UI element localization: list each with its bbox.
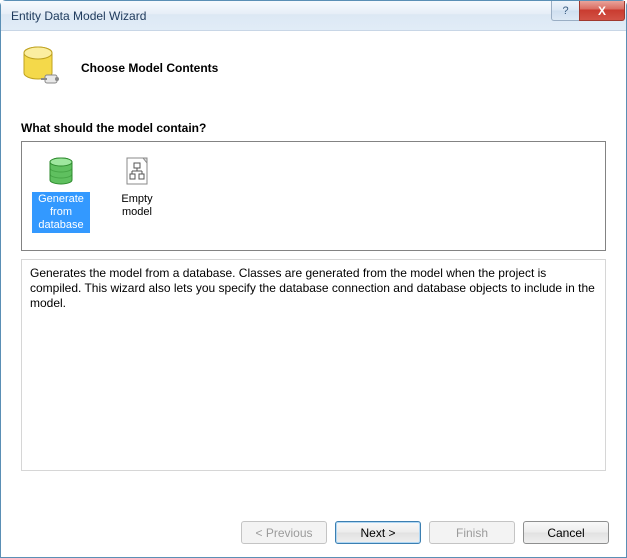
dialog-body: Choose Model Contents What should the mo… [1, 31, 626, 471]
help-button[interactable]: ? [551, 1, 579, 21]
model-options-box: Generate from database Empty model [21, 141, 606, 251]
cancel-button[interactable]: Cancel [523, 521, 609, 544]
close-icon: X [598, 4, 606, 18]
description-box: Generates the model from a database. Cla… [21, 259, 606, 471]
next-button[interactable]: Next > [335, 521, 421, 544]
wizard-buttons: < Previous Next > Finish Cancel [241, 521, 609, 544]
page-title: Choose Model Contents [81, 61, 218, 75]
database-wizard-icon [21, 45, 63, 91]
option-label: Generate from database [32, 192, 90, 233]
previous-button: < Previous [241, 521, 327, 544]
option-generate-from-database[interactable]: Generate from database [32, 152, 90, 233]
help-icon: ? [562, 5, 568, 17]
section-prompt: What should the model contain? [1, 121, 626, 141]
header-row: Choose Model Contents [1, 31, 626, 121]
option-empty-model[interactable]: Empty model [108, 152, 166, 220]
option-label: Empty model [108, 192, 166, 220]
window-controls: ? X [551, 1, 626, 21]
database-icon [32, 154, 90, 190]
titlebar: Entity Data Model Wizard ? X [1, 1, 626, 31]
diagram-icon [108, 154, 166, 190]
description-text: Generates the model from a database. Cla… [30, 266, 595, 310]
finish-button: Finish [429, 521, 515, 544]
window-title: Entity Data Model Wizard [11, 9, 551, 23]
close-button[interactable]: X [579, 1, 625, 21]
